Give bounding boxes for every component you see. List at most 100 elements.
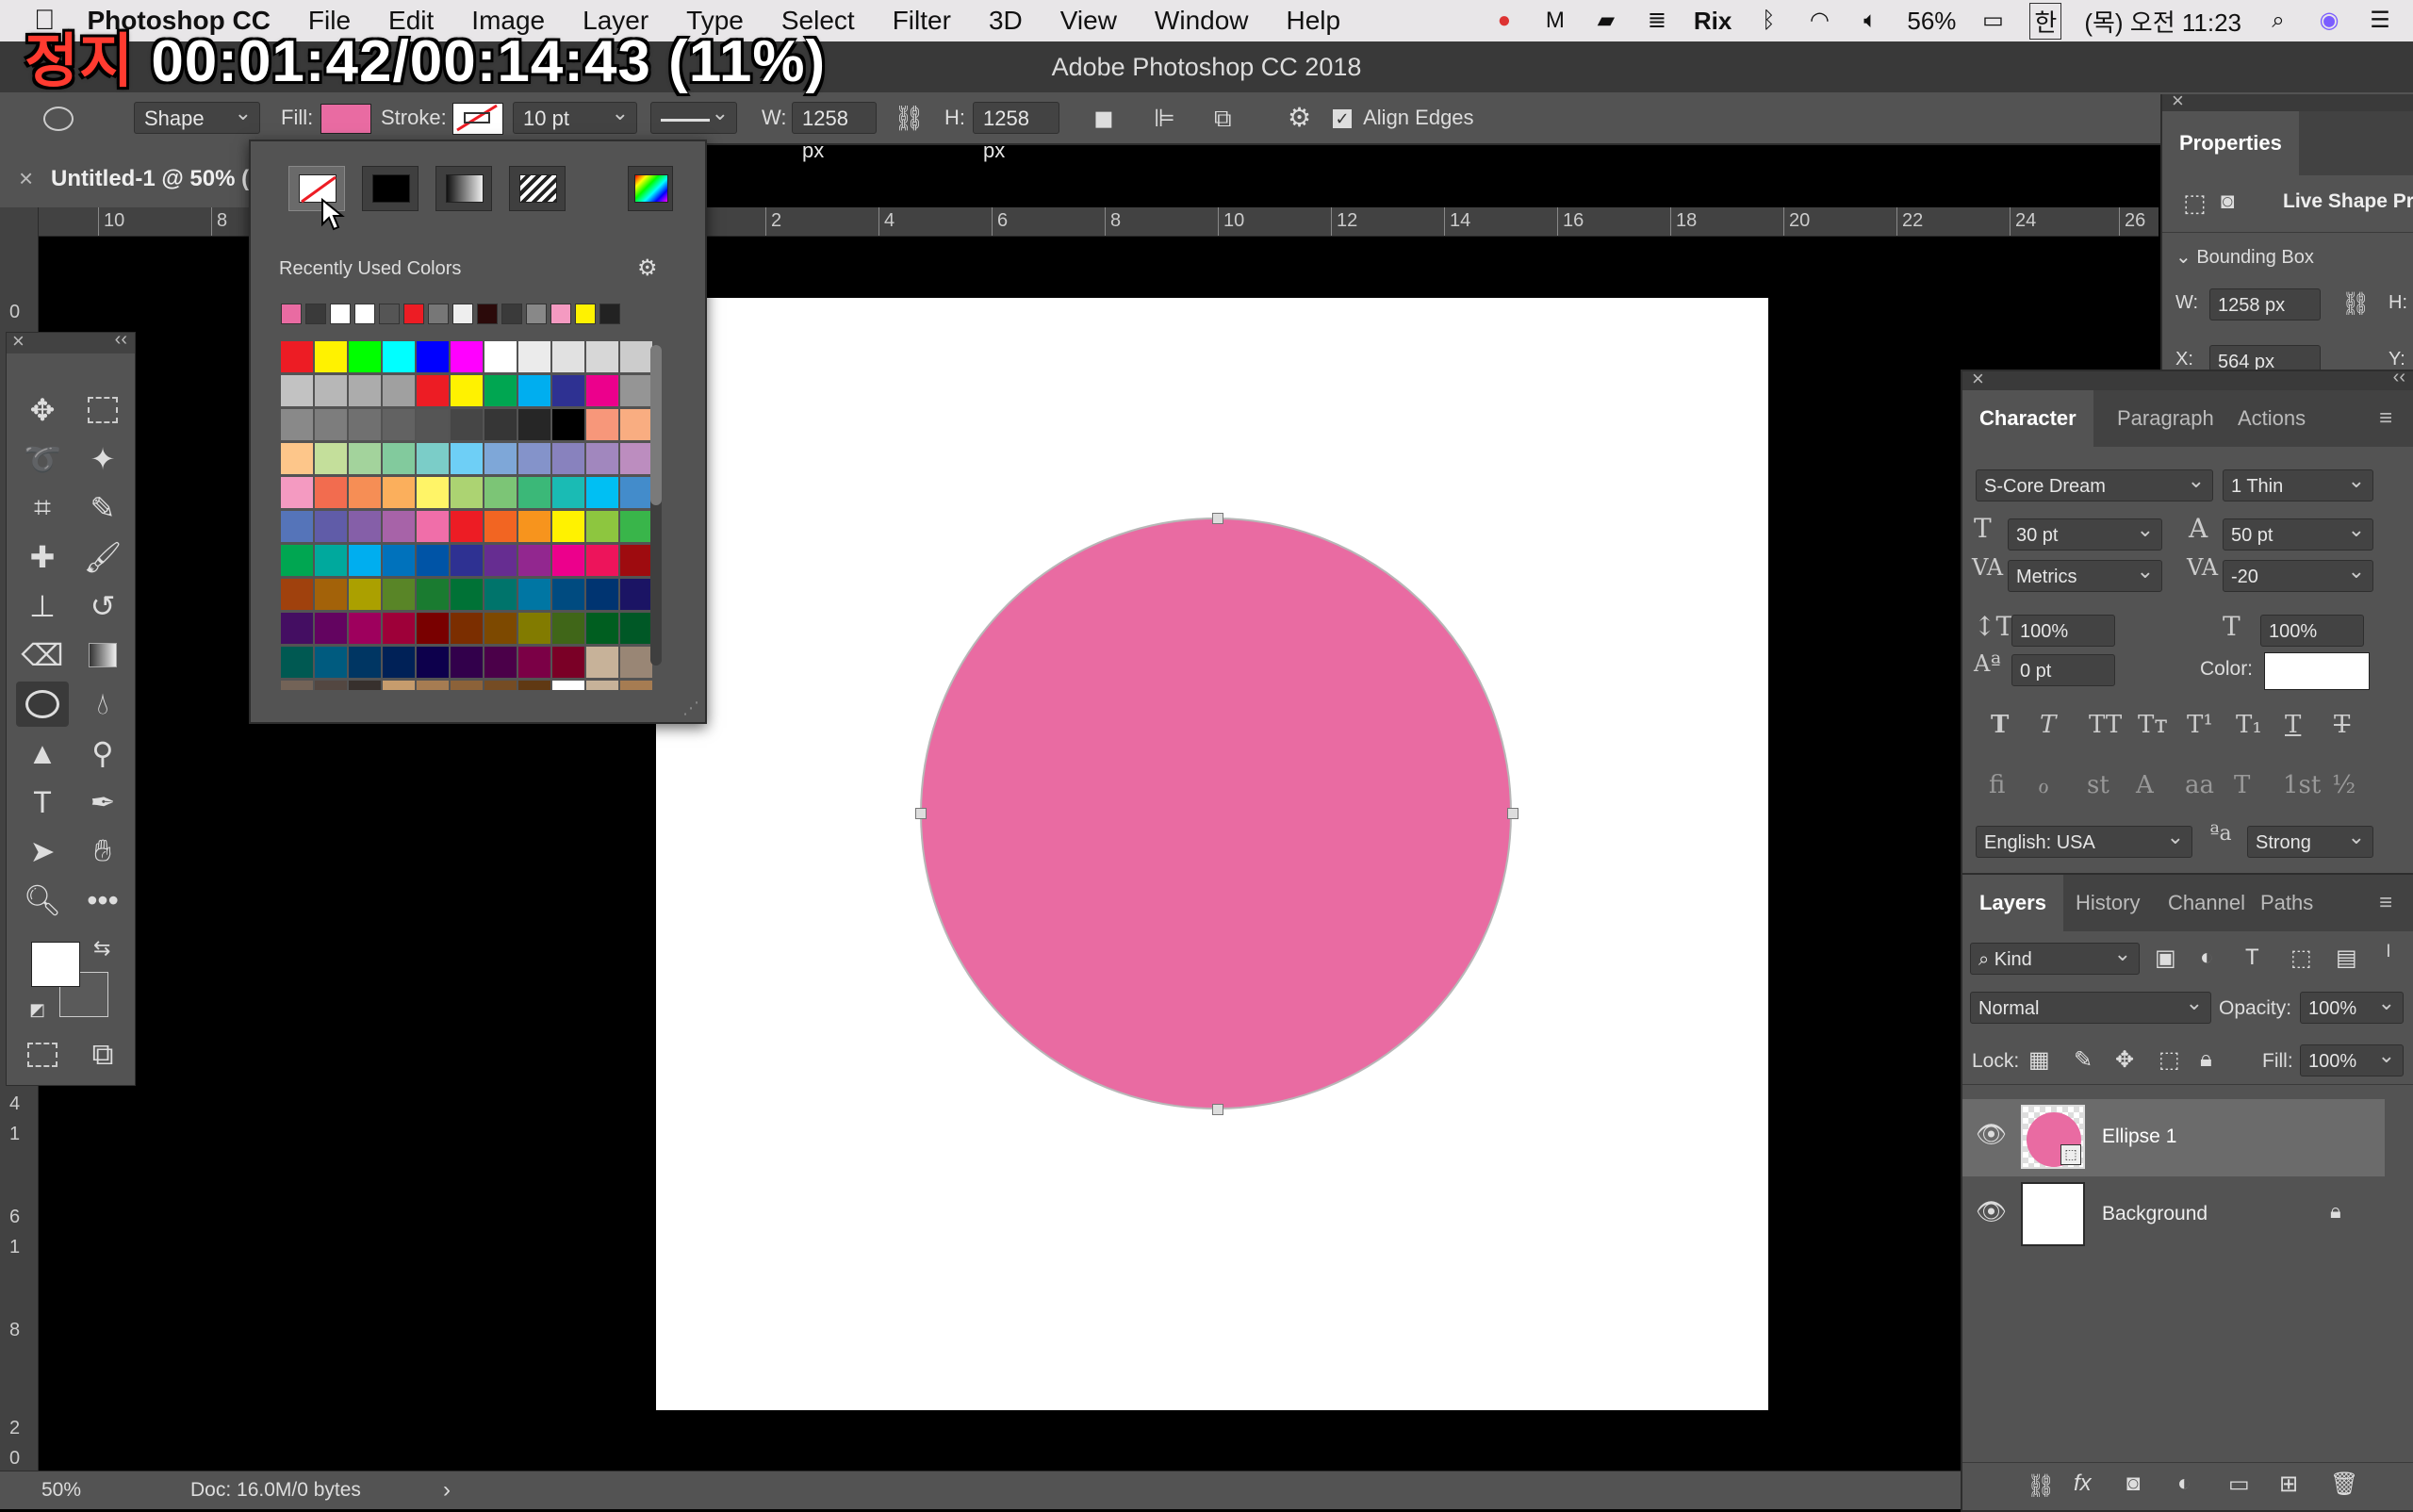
layer-name[interactable]: Ellipse 1 [2102, 1126, 2176, 1148]
color-swatch[interactable] [315, 375, 347, 406]
align-edges-checkbox[interactable]: ✓ Align Edges [1333, 102, 1474, 134]
siri-icon[interactable]: ◉ [2315, 7, 2343, 35]
color-swatch[interactable] [349, 477, 381, 508]
layer-name[interactable]: Background [2102, 1203, 2208, 1225]
notification-center-icon[interactable]: ☰ [2366, 7, 2394, 35]
magic-wand-tool-icon[interactable]: ✦ [80, 436, 125, 482]
close-icon[interactable]: × [1972, 367, 1984, 391]
contextual-alternates-button[interactable]: ℴ [2038, 771, 2049, 799]
color-swatch[interactable] [552, 409, 584, 440]
layer-style-icon[interactable]: fx [2074, 1471, 2092, 1497]
ellipse-tool-icon[interactable] [16, 682, 69, 727]
color-swatch[interactable] [451, 681, 483, 690]
vertical-scale-input[interactable]: 100% [2011, 615, 2115, 647]
color-swatch[interactable] [620, 375, 652, 406]
color-swatch[interactable] [417, 409, 449, 440]
color-swatch[interactable] [552, 511, 584, 542]
kerning-select[interactable]: Metrics [2008, 555, 2162, 592]
color-swatch[interactable] [281, 579, 313, 610]
new-layer-icon[interactable]: ⊞ [2279, 1471, 2298, 1498]
foreground-color-swatch[interactable] [31, 942, 80, 987]
direct-selection-tool-icon[interactable]: ➤ [20, 829, 65, 874]
gear-icon[interactable]: ⚙ [1288, 102, 1311, 134]
color-swatch[interactable] [417, 443, 449, 474]
all-caps-button[interactable]: TT [2089, 711, 2122, 739]
color-swatch[interactable] [417, 477, 449, 508]
color-swatch[interactable] [518, 409, 550, 440]
eyedropper-tool-icon[interactable]: ✎ [80, 485, 125, 531]
solid-color-button[interactable] [362, 166, 419, 211]
color-swatch[interactable] [349, 375, 381, 406]
pattern-button[interactable] [509, 166, 566, 211]
color-swatch[interactable] [315, 341, 347, 372]
pen-tool-icon[interactable]: ✒ [80, 780, 125, 825]
tab-actions[interactable]: Actions [2238, 390, 2306, 447]
path-operations-icon[interactable]: ◼ [1093, 102, 1114, 134]
color-swatch[interactable] [383, 613, 415, 644]
discretionary-ligatures-button[interactable]: st [2087, 771, 2109, 799]
color-swatch[interactable] [315, 409, 347, 440]
subscript-button[interactable]: T₁ [2236, 711, 2262, 739]
link-icon[interactable]: ⛓ [2341, 290, 2370, 318]
more-tools-icon[interactable]: ••• [80, 878, 125, 923]
color-swatch[interactable] [281, 681, 313, 690]
tab-character[interactable]: Character [1962, 390, 2093, 447]
menu-3d[interactable]: 3D [989, 6, 1023, 36]
color-swatch[interactable] [349, 647, 381, 678]
filter-toggle-icon[interactable]: ⏽ [2381, 941, 2396, 962]
color-swatch[interactable] [484, 511, 517, 542]
color-swatch[interactable] [484, 579, 517, 610]
menu-view[interactable]: View [1060, 6, 1117, 36]
color-swatch[interactable] [620, 443, 652, 474]
delete-layer-icon[interactable]: 🗑︎ [2330, 1471, 2358, 1498]
color-swatch[interactable] [451, 409, 483, 440]
m-app-icon[interactable]: M [1541, 7, 1569, 35]
layer-thumbnail[interactable]: ⬚ [2021, 1105, 2085, 1169]
hand-tool-icon[interactable]: ✋︎ [80, 829, 125, 874]
underline-button[interactable]: T [2285, 711, 2301, 739]
color-swatch[interactable] [518, 511, 550, 542]
color-swatch[interactable] [349, 681, 381, 690]
color-swatch[interactable] [518, 477, 550, 508]
tool-mode-select[interactable]: Shape [134, 97, 260, 134]
color-swatch[interactable] [552, 341, 584, 372]
baseline-shift-input[interactable]: 0 pt [2011, 654, 2115, 686]
color-swatch[interactable] [518, 579, 550, 610]
color-swatch[interactable] [586, 647, 618, 678]
color-swatch[interactable] [484, 613, 517, 644]
clone-stamp-tool-icon[interactable]: ⊥ [20, 583, 65, 629]
color-swatch[interactable] [586, 545, 618, 576]
tab-paths[interactable]: Paths [2260, 875, 2313, 931]
faux-bold-button[interactable]: T [1991, 711, 2009, 739]
color-swatch[interactable] [552, 477, 584, 508]
color-swatch[interactable] [586, 477, 618, 508]
bounding-box-section[interactable]: ⌄ Bounding Box [2175, 245, 2314, 269]
color-swatch[interactable] [552, 443, 584, 474]
battery-icon[interactable]: ▭ [1978, 7, 2007, 35]
color-swatch[interactable] [349, 511, 381, 542]
color-swatch[interactable] [417, 341, 449, 372]
toolbox-header[interactable]: × ‹‹ [7, 329, 135, 353]
standard-ligatures-button[interactable]: ﬁ [1989, 771, 2005, 799]
titling-alternates-button[interactable]: T [2234, 771, 2250, 799]
color-swatch[interactable] [383, 341, 415, 372]
add-mask-icon[interactable]: ◙ [2126, 1471, 2141, 1497]
small-caps-button[interactable]: Tт [2138, 711, 2168, 739]
link-layers-icon[interactable]: ⛓ [2027, 1472, 2055, 1500]
recent-color-swatch[interactable] [452, 304, 473, 324]
panel-menu-icon[interactable]: ≡ [2379, 875, 2392, 931]
crop-tool-icon[interactable]: ⌗ [20, 485, 65, 531]
color-swatch[interactable] [484, 681, 517, 690]
color-swatch[interactable] [451, 613, 483, 644]
zoom-tool-icon[interactable]: 🔍︎ [20, 878, 65, 923]
menu-filter[interactable]: Filter [893, 6, 951, 36]
color-swatch[interactable] [518, 613, 550, 644]
collapse-icon[interactable]: ‹‹ [115, 329, 127, 351]
bluetooth-icon[interactable]: ᛒ [1754, 7, 1782, 35]
recent-color-swatch[interactable] [428, 304, 449, 324]
recent-color-swatch[interactable] [526, 304, 547, 324]
color-swatch[interactable] [484, 647, 517, 678]
ellipse-shape[interactable] [920, 518, 1512, 1109]
color-swatch[interactable] [315, 443, 347, 474]
color-swatch[interactable] [281, 613, 313, 644]
